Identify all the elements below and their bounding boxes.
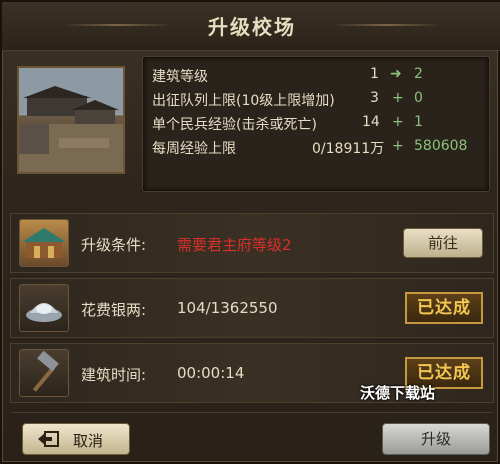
hammer-icon — [19, 349, 69, 397]
goto-button[interactable]: 前往 — [403, 228, 483, 258]
title-bar: 升级校场 — [2, 2, 500, 51]
watermark: 沃德下载站 — [360, 384, 436, 402]
title-ornament-right — [332, 24, 442, 26]
training-ground-image — [19, 68, 123, 172]
requirement-row-condition: 升级条件: 需要君主府等级2 前往 — [10, 213, 494, 273]
stat-label: 每周经验上限 — [152, 141, 236, 157]
requirement-row-silver: 花费银两: 104/1362550 已达成 — [10, 278, 494, 338]
stat-new: 2 — [414, 66, 423, 82]
stat-current: 0/18911万 — [312, 141, 385, 157]
requirement-value: 104/1362550 — [177, 299, 278, 317]
requirement-label: 升级条件: — [81, 236, 147, 254]
stat-current: 3 — [370, 90, 379, 106]
requirement-label: 花费银两: — [81, 301, 147, 319]
building-portrait — [17, 66, 125, 174]
upgrade-button[interactable]: 升级 — [382, 423, 490, 455]
stat-new: 580608 — [414, 138, 468, 154]
stat-new: 1 — [414, 114, 423, 130]
requirement-label: 建筑时间: — [81, 366, 147, 384]
plus-icon: + — [392, 90, 404, 106]
plus-icon: + — [392, 114, 404, 130]
cancel-button[interactable]: 取消 — [22, 423, 130, 455]
upgrade-dialog: 升级校场 建筑等级 1 ➜ 2 出征队列上限(10级上限增加) 3 + 0 单个… — [0, 0, 500, 464]
stat-current: 14 — [362, 114, 380, 130]
silver-ingot-icon — [19, 284, 69, 332]
requirement-value: 需要君主府等级2 — [177, 236, 292, 254]
requirement-value: 00:00:14 — [177, 364, 245, 382]
cancel-label: 取消 — [73, 432, 104, 450]
stat-current: 1 — [370, 66, 379, 82]
stat-new: 0 — [414, 90, 423, 106]
arrow-right-icon: ➜ — [390, 66, 402, 82]
palace-icon — [19, 219, 69, 267]
plus-icon: + — [392, 138, 404, 154]
footer-divider — [12, 412, 492, 413]
stat-label: 建筑等级 — [152, 69, 208, 85]
status-achieved-badge: 已达成 — [405, 292, 483, 324]
stat-label: 单个民兵经验(击杀或死亡) — [152, 117, 317, 133]
stat-label: 出征队列上限(10级上限增加) — [152, 93, 335, 109]
back-arrow-icon — [37, 431, 59, 451]
